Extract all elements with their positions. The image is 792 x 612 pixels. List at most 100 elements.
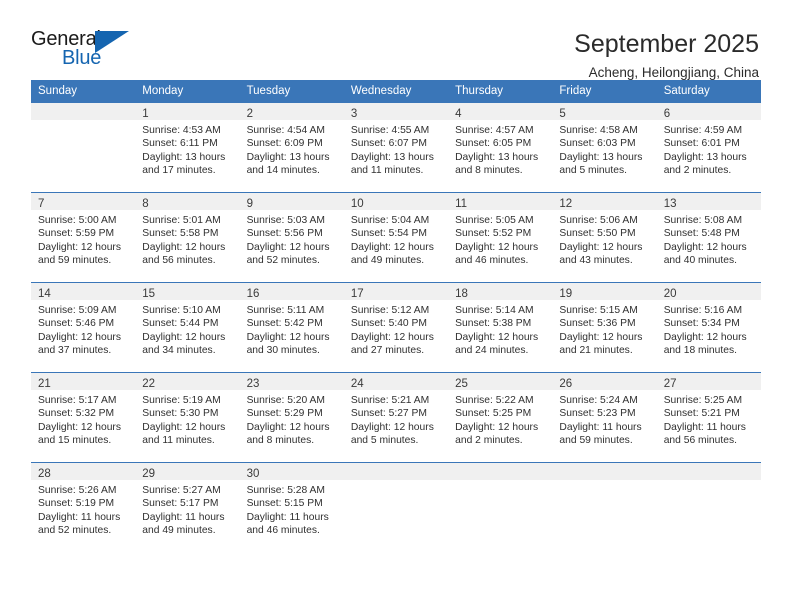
calendar-day-cell[interactable]: 15 Sunrise: 5:10 AM Sunset: 5:44 PM Dayligh… [135,282,240,373]
calendar-day-cell[interactable]: 14 Sunrise: 5:09 AM Sunset: 5:46 PM Dayligh… [31,282,136,373]
daylight-text-line1: Daylight: 12 hours [246,421,330,433]
day-cell-inner: 19 Sunrise: 5:15 AM Sunset: 5:36 PM Dayligh… [552,283,657,372]
day-cell-inner [31,103,136,192]
calendar-day-cell[interactable]: 12 Sunrise: 5:06 AM Sunset: 5:50 PM Dayligh… [552,192,657,283]
day-number-band: 20 [656,283,761,300]
day-number: 29 [142,468,156,480]
calendar-day-cell[interactable]: 20 Sunrise: 5:16 AM Sunset: 5:34 PM Dayligh… [656,282,761,373]
calendar-day-cell[interactable]: 24 Sunrise: 5:21 AM Sunset: 5:27 PM Dayligh… [343,372,449,463]
day-detail-lines: Sunrise: 5:01 AM Sunset: 5:58 PM Daylight:… [135,210,239,268]
day-cell-inner: 28 Sunrise: 5:26 AM Sunset: 5:19 PM Dayligh… [31,463,136,552]
calendar-day-cell[interactable]: 10 Sunrise: 5:04 AM Sunset: 5:54 PM Dayligh… [343,192,449,283]
weekday-header-monday: Monday [135,80,240,103]
day-cell-inner [343,463,449,552]
calendar-day-cell[interactable]: 27 Sunrise: 5:25 AM Sunset: 5:21 PM Dayligh… [656,372,761,463]
calendar-week-row: 1 Sunrise: 4:53 AM Sunset: 6:11 PM Daylight… [31,103,761,193]
weekday-header-tuesday: Tuesday [239,80,344,103]
daylight-text-line1: Daylight: 12 hours [38,331,121,343]
calendar-day-cell[interactable]: 26 Sunrise: 5:24 AM Sunset: 5:23 PM Dayligh… [552,372,657,463]
calendar-day-cell[interactable]: 9 Sunrise: 5:03 AM Sunset: 5:56 PM Daylight… [239,192,344,283]
day-detail-lines: Sunrise: 4:57 AM Sunset: 6:05 PM Daylight:… [448,120,552,178]
calendar-day-cell[interactable]: 18 Sunrise: 5:14 AM Sunset: 5:38 PM Dayligh… [448,282,553,373]
day-number-band: 12 [552,193,657,210]
day-detail-lines: Sunrise: 5:14 AM Sunset: 5:38 PM Daylight:… [448,300,552,358]
day-detail-lines: Sunrise: 5:04 AM Sunset: 5:54 PM Daylight:… [344,210,448,268]
sunset-text: Sunset: 6:01 PM [663,138,740,150]
daylight-text-line1: Daylight: 12 hours [455,331,539,343]
day-cell-inner: 21 Sunrise: 5:17 AM Sunset: 5:32 PM Dayligh… [31,373,136,462]
day-detail-lines: Sunrise: 5:28 AM Sunset: 5:15 PM Daylight:… [240,480,344,538]
calendar-day-cell[interactable]: 2 Sunrise: 4:54 AM Sunset: 6:09 PM Daylight… [239,103,344,193]
calendar-day-cell[interactable]: 3 Sunrise: 4:55 AM Sunset: 6:07 PM Daylight… [343,103,449,193]
calendar-day-cell[interactable]: 1 Sunrise: 4:53 AM Sunset: 6:11 PM Daylight… [135,103,240,193]
day-detail-lines: Sunrise: 5:03 AM Sunset: 5:56 PM Daylight:… [240,210,344,268]
day-number-band: 23 [239,373,344,390]
sunrise-text: Sunrise: 4:54 AM [246,125,325,136]
day-cell-inner: 9 Sunrise: 5:03 AM Sunset: 5:56 PM Daylight… [239,193,344,282]
calendar-day-cell[interactable]: 30 Sunrise: 5:28 AM Sunset: 5:15 PM Dayligh… [239,462,344,552]
day-number-band: 8 [135,193,240,210]
weekday-header-row: Sunday Monday Tuesday Wednesday Thursday Frid… [31,80,761,103]
day-detail-lines: Sunrise: 5:22 AM Sunset: 5:25 PM Daylight:… [448,390,552,448]
calendar-page: General Blue September 2025 Acheng, Heil… [0,0,792,612]
day-number: 12 [559,198,573,210]
calendar-day-cell[interactable]: 28 Sunrise: 5:26 AM Sunset: 5:19 PM Dayligh… [31,462,136,552]
day-cell-inner [448,463,553,552]
calendar-day-cell[interactable]: 8 Sunrise: 5:01 AM Sunset: 5:58 PM Daylight… [135,192,240,283]
day-cell-inner: 4 Sunrise: 4:57 AM Sunset: 6:05 PM Daylight… [448,103,553,192]
calendar-day-cell[interactable]: 22 Sunrise: 5:19 AM Sunset: 5:30 PM Dayligh… [135,372,240,463]
daylight-text-line2: and 18 minutes. [663,345,737,357]
day-number: 1 [142,108,149,120]
calendar-day-cell[interactable]: 19 Sunrise: 5:15 AM Sunset: 5:36 PM Dayligh… [552,282,657,373]
day-cell-inner: 26 Sunrise: 5:24 AM Sunset: 5:23 PM Dayligh… [552,373,657,462]
sunrise-text: Sunrise: 5:22 AM [455,395,534,406]
day-detail-lines: Sunrise: 5:05 AM Sunset: 5:52 PM Daylight:… [448,210,552,268]
daylight-text-line2: and 11 minutes. [142,435,215,447]
brand-logo[interactable]: General Blue [31,28,139,74]
sunrise-text: Sunrise: 5:12 AM [350,305,430,316]
sunrise-text: Sunrise: 5:27 AM [142,485,221,496]
day-number: 3 [350,108,358,120]
calendar-day-cell[interactable]: 17 Sunrise: 5:12 AM Sunset: 5:40 PM Dayligh… [343,282,449,373]
day-detail-lines: Sunrise: 5:25 AM Sunset: 5:21 PM Daylight:… [657,390,761,448]
calendar-day-cell[interactable]: 16 Sunrise: 5:11 AM Sunset: 5:42 PM Dayligh… [239,282,344,373]
calendar-day-cell[interactable]: 7 Sunrise: 5:00 AM Sunset: 5:59 PM Daylight… [31,192,136,283]
day-cell-inner: 16 Sunrise: 5:11 AM Sunset: 5:42 PM Dayligh… [239,283,344,372]
calendar-day-cell[interactable]: 25 Sunrise: 5:22 AM Sunset: 5:25 PM Dayligh… [448,372,553,463]
day-cell-inner: 11 Sunrise: 5:05 AM Sunset: 5:52 PM Dayligh… [448,193,553,282]
daylight-text-line2: and 2 minutes. [663,165,732,177]
day-number: 24 [350,378,364,390]
day-detail-lines: Sunrise: 5:00 AM Sunset: 5:59 PM Daylight:… [31,210,135,268]
day-cell-inner: 15 Sunrise: 5:10 AM Sunset: 5:44 PM Dayligh… [135,283,240,372]
daylight-text-line2: and 11 minutes. [350,165,424,177]
day-cell-inner: 1 Sunrise: 4:53 AM Sunset: 6:11 PM Daylight… [135,103,240,192]
day-number-band: 28 [31,463,136,480]
calendar-day-cell[interactable]: 23 Sunrise: 5:20 AM Sunset: 5:29 PM Dayligh… [239,372,344,463]
daylight-text-line2: and 59 minutes. [38,255,112,267]
sunset-text: Sunset: 5:21 PM [663,408,740,420]
day-detail-lines: Sunrise: 4:59 AM Sunset: 6:01 PM Daylight:… [657,120,761,178]
weekday-header-sunday: Sunday [31,80,136,103]
day-number-band [343,463,449,480]
calendar-day-cell[interactable]: 4 Sunrise: 4:57 AM Sunset: 6:05 PM Daylight… [448,103,553,193]
calendar-day-cell[interactable]: 21 Sunrise: 5:17 AM Sunset: 5:32 PM Dayligh… [31,372,136,463]
day-detail-lines: Sunrise: 4:55 AM Sunset: 6:07 PM Daylight:… [344,120,448,178]
calendar-day-cell[interactable]: 29 Sunrise: 5:27 AM Sunset: 5:17 PM Dayligh… [135,462,240,552]
day-detail-lines: Sunrise: 5:19 AM Sunset: 5:30 PM Daylight:… [135,390,239,448]
calendar-week-row: 7 Sunrise: 5:00 AM Sunset: 5:59 PM Daylight… [31,192,761,283]
day-number-band: 19 [552,283,657,300]
calendar-day-cell-empty [343,462,449,552]
calendar-day-cell[interactable]: 13 Sunrise: 5:08 AM Sunset: 5:48 PM Dayligh… [656,192,761,283]
sunrise-text: Sunrise: 5:09 AM [38,305,117,316]
day-cell-inner: 29 Sunrise: 5:27 AM Sunset: 5:17 PM Dayligh… [135,463,240,552]
sunrise-text: Sunrise: 5:05 AM [455,215,534,226]
daylight-text-line2: and 59 minutes. [559,435,633,447]
calendar-day-cell[interactable]: 11 Sunrise: 5:05 AM Sunset: 5:52 PM Dayligh… [448,192,553,283]
sunrise-text: Sunrise: 5:11 AM [246,305,325,316]
daylight-text-line2: and 2 minutes. [455,435,523,447]
calendar-day-cell[interactable]: 6 Sunrise: 4:59 AM Sunset: 6:01 PM Daylight… [656,103,761,193]
calendar-day-cell[interactable]: 5 Sunrise: 4:58 AM Sunset: 6:03 PM Daylight… [552,103,657,193]
daylight-text-line2: and 46 minutes. [455,255,529,267]
day-number-band: 26 [552,373,657,390]
day-detail-lines: Sunrise: 5:27 AM Sunset: 5:17 PM Daylight:… [135,480,239,538]
